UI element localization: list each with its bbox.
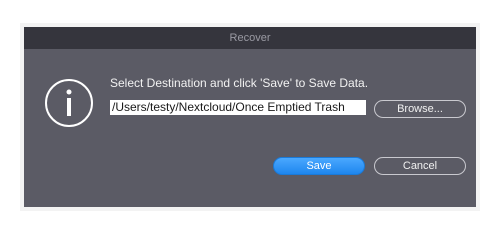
save-button[interactable]: Save: [273, 157, 365, 175]
cancel-button[interactable]: Cancel: [374, 157, 466, 175]
browse-button[interactable]: Browse...: [374, 100, 466, 118]
destination-path-field[interactable]: [110, 100, 366, 115]
dialog-title: Recover: [24, 27, 476, 49]
info-icon: [45, 79, 93, 127]
recover-dialog: Recover Select Destination and click 'Sa…: [24, 27, 476, 207]
instruction-text: Select Destination and click 'Save' to S…: [110, 76, 369, 90]
